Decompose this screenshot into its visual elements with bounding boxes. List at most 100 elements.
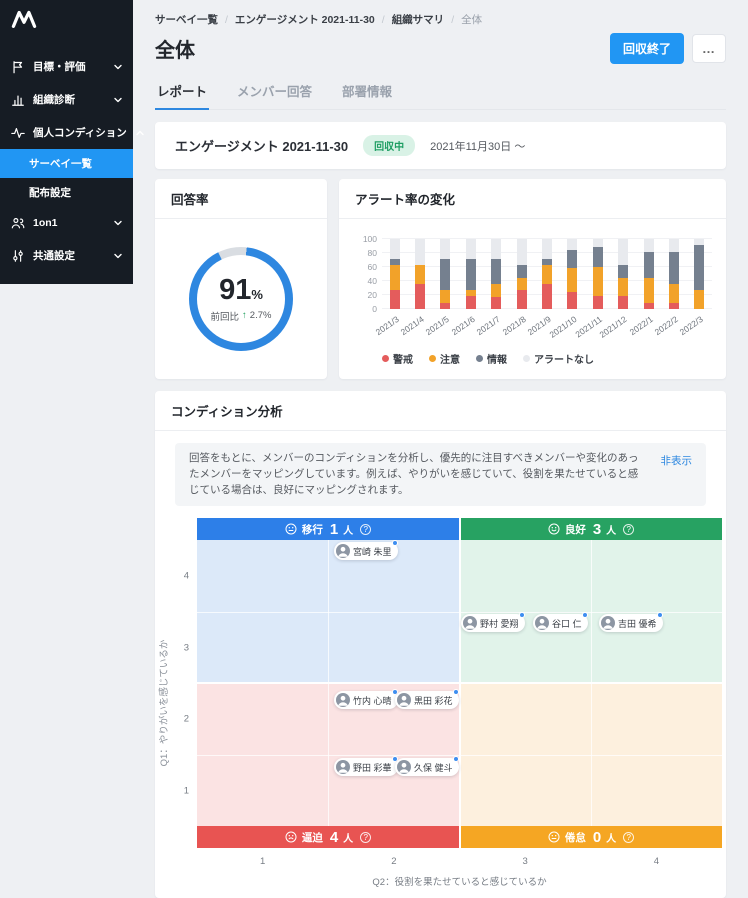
flag-icon: [11, 60, 25, 74]
sidebar-item-common-settings[interactable]: 共通設定: [0, 239, 133, 272]
legend-label: 情報: [487, 355, 507, 366]
x-tick-label: 4: [653, 856, 660, 868]
finish-collection-button[interactable]: 回収終了: [609, 33, 684, 64]
member-avatar: [463, 616, 477, 631]
tab-member-answers[interactable]: メンバー回答: [235, 74, 314, 110]
bar-segment-アラートなし: [567, 239, 578, 251]
response-rate-delta: 前回比 ↑ 2.7%: [210, 310, 272, 323]
help-icon[interactable]: ?: [623, 523, 635, 535]
member-name: 野田 彩華: [353, 762, 392, 773]
condition-map-xlabel: Q2：役割を果たせていると感じているか: [372, 877, 547, 889]
sidebar-item-goals[interactable]: 目標・評価: [0, 50, 133, 83]
member-chip[interactable]: 黒田 彩花: [395, 689, 459, 710]
breadcrumb-org-summary[interactable]: 組織サマリ: [382, 12, 445, 27]
sidebar-item-personal-condition[interactable]: 個人コンディション: [0, 116, 144, 149]
sidebar-item-label: 目標・評価: [33, 61, 86, 73]
member-avatar: [535, 616, 549, 631]
bar-column: 2021/10: [547, 239, 585, 340]
member-chip[interactable]: 宮崎 朱里: [334, 540, 398, 561]
legend-item: アラートなし: [523, 351, 594, 366]
sidebar-item-1on1[interactable]: 1on1: [0, 207, 133, 239]
bar-segment-注意: [389, 264, 400, 291]
sidebar-subitem-distribution-settings[interactable]: 配布設定: [0, 178, 133, 207]
more-options-button[interactable]: …: [692, 34, 726, 63]
x-tick-label: 2022/1: [627, 314, 655, 338]
quadrant-count: 1: [329, 520, 339, 538]
bar-segment-情報: [440, 258, 451, 291]
quadrant-label: 逼迫: [301, 831, 323, 844]
alert-dot: [581, 612, 588, 619]
bar-segment-注意: [592, 267, 603, 296]
legend-dot: [476, 355, 483, 362]
legend-label: 注意: [440, 355, 460, 366]
help-icon[interactable]: ?: [360, 831, 372, 843]
alert-dot: [518, 612, 525, 619]
member-chip[interactable]: 野田 彩華: [334, 756, 398, 777]
bar-segment-アラートなし: [465, 239, 476, 259]
condition-analysis-card: コンディション分析 回答をもとに、メンバーのコンディションを分析し、優先的に注目…: [155, 391, 726, 898]
member-name: 谷口 仁: [552, 618, 582, 629]
breadcrumb-survey-list[interactable]: サーベイ一覧: [155, 12, 218, 27]
member-chip[interactable]: 久保 健斗: [395, 756, 459, 777]
bar-segment-アラートなし: [440, 239, 451, 259]
bar-column: 2022/3: [678, 239, 712, 337]
bar-segment-情報: [643, 251, 654, 278]
sidebar-subitem-survey-list[interactable]: サーベイ一覧: [0, 149, 133, 178]
gridline: [197, 611, 722, 613]
x-tick-label: 2021/8: [500, 314, 528, 338]
sidebar-subitem-label: サーベイ一覧: [29, 158, 92, 170]
tab-department-info[interactable]: 部署情報: [340, 74, 394, 110]
quadrant-divider: [197, 682, 722, 685]
sliders-icon: [11, 249, 25, 263]
hide-link[interactable]: 非表示: [661, 453, 693, 468]
sidebar-item-org-diagnosis[interactable]: 組織診断: [0, 83, 133, 116]
alert-dot: [656, 612, 663, 619]
bar-segment-注意: [491, 283, 502, 298]
quadrant-top-left-header: 移行 1 人?: [197, 518, 459, 541]
x-tick-label: 2021/11: [573, 314, 604, 340]
x-tick-label: 2021/10: [547, 314, 579, 340]
y-tick-label: 40: [367, 276, 377, 286]
alert-rate-legend: 警戒 注意 情報 アラートなし: [382, 351, 712, 366]
neutral-face-icon: [285, 523, 297, 535]
x-tick-label: 2021/3: [373, 314, 401, 338]
bar-segment-警戒: [542, 283, 553, 309]
chevron-down-icon: [113, 62, 123, 72]
bar-column: 2021/6: [450, 239, 483, 337]
legend-dot: [429, 355, 436, 362]
up-arrow-icon: ↑: [242, 310, 247, 321]
member-name: 久保 健斗: [414, 762, 453, 773]
member-chip[interactable]: 吉田 優希: [599, 612, 663, 633]
bar-segment-アラートなし: [643, 239, 654, 252]
legend-label: 警戒: [393, 355, 413, 366]
help-icon[interactable]: ?: [623, 831, 635, 843]
tab-report[interactable]: レポート: [155, 74, 210, 110]
legend-item: 警戒: [382, 351, 413, 366]
member-chip[interactable]: 竹内 心晴: [334, 689, 398, 710]
chevron-up-icon: [135, 128, 145, 138]
bar-chart-icon: [11, 93, 25, 107]
main-content: サーベイ一覧 エンゲージメント 2021-11-30 組織サマリ 全体 全体 回…: [133, 0, 748, 898]
bar-column: 2022/1: [627, 239, 661, 337]
legend-dot: [523, 355, 530, 362]
bar-segment-警戒: [440, 302, 451, 309]
bar-segment-情報: [516, 264, 527, 278]
member-chip[interactable]: 谷口 仁: [533, 612, 588, 633]
response-rate-title: 回答率: [155, 179, 327, 219]
breadcrumb-engagement[interactable]: エンゲージメント 2021-11-30: [225, 12, 375, 27]
bar-segment-警戒: [465, 296, 476, 309]
y-tick-label: 100: [362, 234, 377, 244]
help-icon[interactable]: ?: [360, 523, 372, 535]
member-name: 吉田 優希: [618, 618, 657, 629]
ellipsis-icon: …: [702, 41, 716, 56]
member-name: 野村 愛翔: [480, 618, 519, 629]
app-logo[interactable]: [0, 0, 133, 50]
bar-segment-情報: [694, 245, 705, 291]
bar-segment-注意: [415, 264, 426, 284]
bar-segment-注意: [694, 290, 705, 309]
member-chip[interactable]: 野村 愛翔: [461, 612, 525, 633]
legend-item: 情報: [476, 351, 507, 366]
bar-segment-警戒: [643, 302, 654, 309]
bar-segment-警戒: [668, 302, 679, 309]
breadcrumb: サーベイ一覧 エンゲージメント 2021-11-30 組織サマリ 全体: [155, 12, 726, 27]
